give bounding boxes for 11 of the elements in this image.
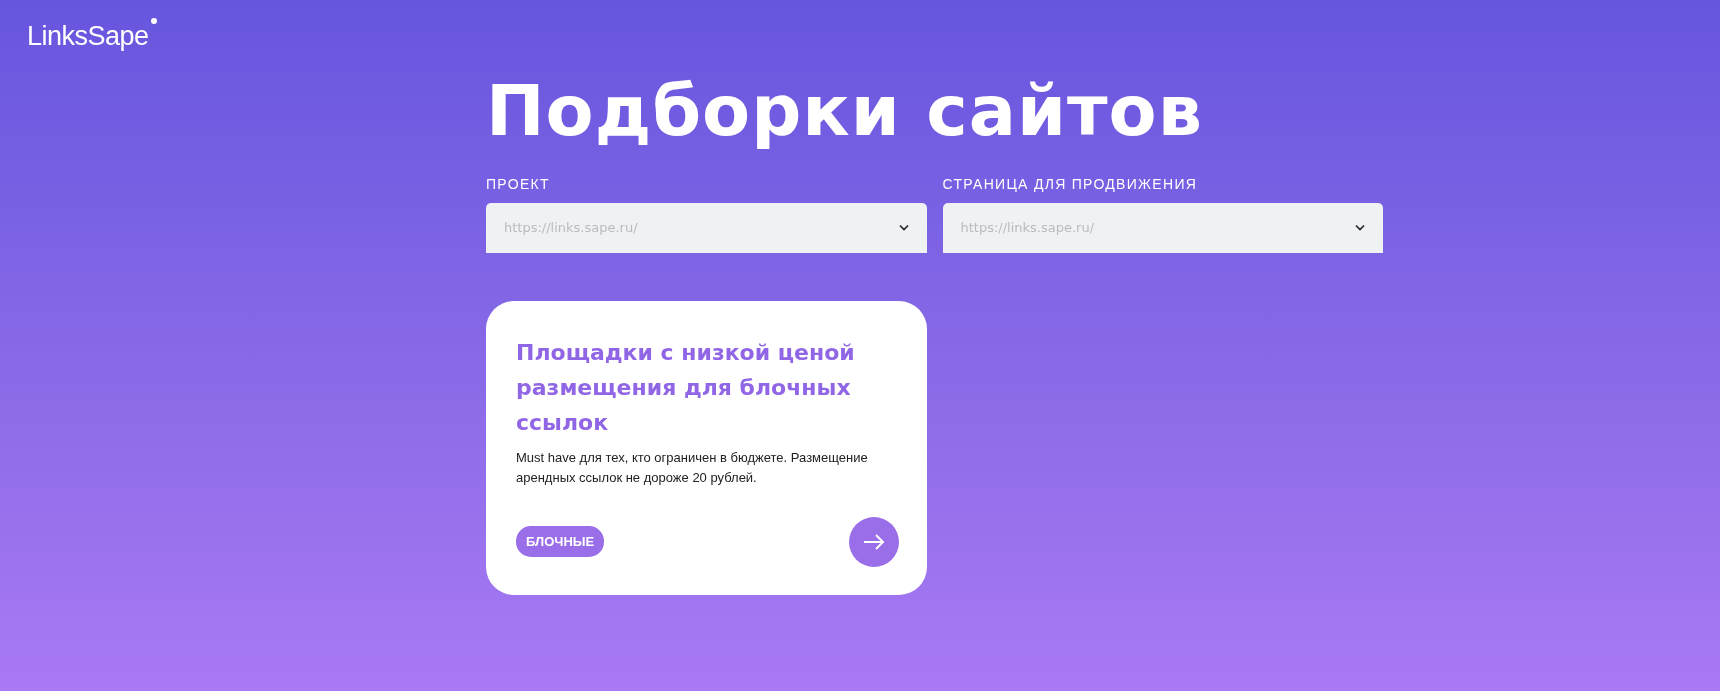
card-title: Площадки с низкой ценой размещения для блочных ссылок — [516, 338, 856, 437]
chevron-down-icon — [1355, 224, 1365, 231]
field-label: СТРАНИЦА ДЛЯ ПРОДВИЖЕНИЯ — [942, 174, 1199, 194]
tag: БЛОЧНЫЕ — [516, 525, 605, 558]
page-title: Подборки сайтов — [486, 72, 1204, 150]
card-description: Must have для тех, кто ограничен в бюджете. Размещение арендных ссылок не дороже 20 рублей. — [516, 448, 869, 487]
logo[interactable]: LinksSape — [27, 16, 157, 57]
arrow-right-icon — [863, 533, 885, 550]
chevron-down-icon — [898, 224, 909, 231]
arrow-button[interactable] — [849, 516, 899, 567]
field-label: ПРОЕКТ — [486, 174, 551, 194]
